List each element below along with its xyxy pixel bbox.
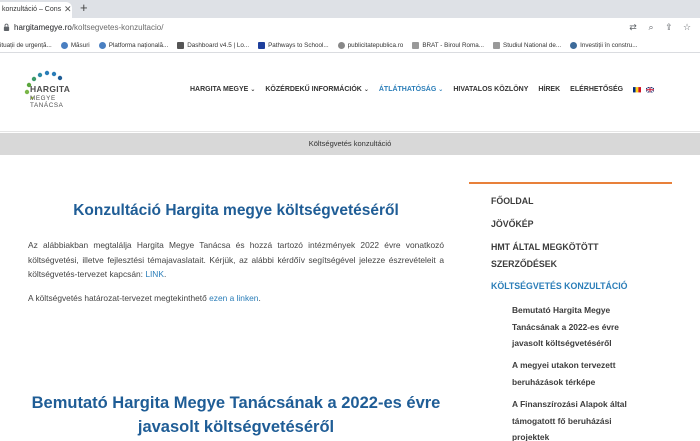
- document-icon: [493, 41, 501, 49]
- draft-paragraph: A költségvetés határozat-tervezet megtek…: [28, 293, 261, 303]
- sidebar-item-szerzodesek[interactable]: HMT ÁLTAL MEGKÖTÖTT SZERZŐDÉSEK: [491, 239, 599, 273]
- shield-icon: [570, 41, 578, 49]
- sidebar-divider: [469, 182, 672, 184]
- chevron-down-icon: ⌄: [438, 87, 444, 93]
- bookmark-item[interactable]: Pathways to School...: [258, 41, 329, 49]
- main-nav: HARGITA MEGYE ⌄ KÖZÉRDEKŰ INFORMÁCIÓK ⌄ ÁT…: [190, 86, 659, 93]
- translate-icon[interactable]: ⇄: [628, 22, 638, 32]
- lock-icon: [3, 23, 10, 31]
- new-tab-icon[interactable]: +: [80, 0, 88, 15]
- bookmark-item[interactable]: ituații de urgență...: [0, 42, 52, 49]
- site-header: HARGITA MEGYE TANÁCSA HARGITA MEGYE ⌄ KÖZ…: [0, 54, 700, 132]
- chevron-down-icon: ⌄: [250, 87, 256, 93]
- sidebar-subitem-finanszirozasi[interactable]: A Finanszírozási Alapok által támogatott…: [512, 396, 662, 441]
- globe-icon: [337, 41, 345, 49]
- section-title: Bemutató Hargita Megye Tanácsának a 2022…: [31, 394, 441, 436]
- bookmark-item[interactable]: Dashboard v4.5 | Lo...: [177, 41, 249, 49]
- dashboard-icon: [177, 41, 185, 49]
- close-tab-icon[interactable]: ✕: [64, 4, 72, 15]
- url-host: hargitamegye.ro: [14, 23, 72, 32]
- draft-link[interactable]: ezen a linken: [209, 293, 258, 303]
- intro-paragraph: Az alábbiakban megtalálja Hargita Megye …: [28, 240, 444, 279]
- eu-flag-icon: [258, 41, 266, 49]
- star-icon[interactable]: ☆: [682, 22, 692, 32]
- url-text[interactable]: hargitamegye.ro/koltsegvetes-konzultacio…: [14, 23, 163, 32]
- globe-icon: [98, 41, 106, 49]
- bookmark-item[interactable]: Măsuri: [60, 41, 90, 49]
- url-path: /koltsegvetes-konzultacio/: [71, 23, 164, 32]
- page-title: Konzultáció Hargita megye költségvetésér…: [73, 202, 399, 219]
- nav-item-hivatalos-kozlony[interactable]: HIVATALOS KÖZLÖNY: [453, 86, 528, 93]
- nav-item-kozerdeku[interactable]: KÖZÉRDEKŰ INFORMÁCIÓK ⌄: [265, 86, 368, 93]
- share-icon[interactable]: ⇪: [664, 22, 674, 32]
- globe-icon: [60, 41, 68, 49]
- bookmark-item[interactable]: Investiții în constru...: [570, 41, 638, 49]
- sidebar-subitem-bemutato[interactable]: Bemutató Hargita Megye Tanácsának a 2022…: [512, 302, 662, 352]
- browser-tab-title: konzultáció – Cons: [2, 6, 62, 13]
- survey-link[interactable]: LINK: [145, 269, 164, 279]
- sidebar-item-fooldal[interactable]: FŐOLDAL: [491, 193, 534, 210]
- romanian-flag-icon[interactable]: [633, 87, 642, 93]
- logo-name: HARGITA: [30, 84, 71, 94]
- nav-item-atlathatosag[interactable]: ÁTLÁTHATÓSÁG ⌄: [379, 86, 443, 93]
- nav-item-hargita-megye[interactable]: HARGITA MEGYE ⌄: [190, 86, 255, 93]
- logo-sub: MEGYE TANÁCSA: [30, 95, 64, 109]
- sidebar-subitem-utak[interactable]: A megyei utakon tervezett beruházások té…: [512, 357, 662, 390]
- sidebar-item-jovokep[interactable]: JÖVŐKÉP: [491, 216, 534, 233]
- chevron-down-icon: ⌄: [363, 87, 369, 93]
- sidebar-item-koltsegvetes[interactable]: KÖLTSÉGVETÉS KONZULTÁCIÓ: [491, 278, 628, 295]
- bookmarks-bar: ituații de urgență... Măsuri Platforma n…: [0, 38, 700, 53]
- nav-item-elerhetoseg[interactable]: ELÉRHETŐSÉG: [570, 86, 623, 93]
- bookmark-item[interactable]: Platforma națională...: [98, 41, 168, 49]
- english-flag-icon[interactable]: [646, 87, 655, 93]
- document-icon: [412, 41, 420, 49]
- zoom-icon[interactable]: ⌕: [646, 22, 656, 32]
- bookmark-item[interactable]: publicitatepublica.ro: [337, 41, 403, 49]
- bookmark-item[interactable]: BRAT - Biroul Roma...: [412, 41, 484, 49]
- nav-item-hirek[interactable]: HÍREK: [538, 86, 560, 93]
- page-title-strip: Költségvetés konzultáció: [0, 133, 700, 155]
- browser-tab-bar: konzultáció – Cons ✕ +: [0, 0, 700, 18]
- browser-tab[interactable]: konzultáció – Cons ✕: [0, 2, 72, 18]
- bookmark-item[interactable]: Studiul National de...: [493, 41, 561, 49]
